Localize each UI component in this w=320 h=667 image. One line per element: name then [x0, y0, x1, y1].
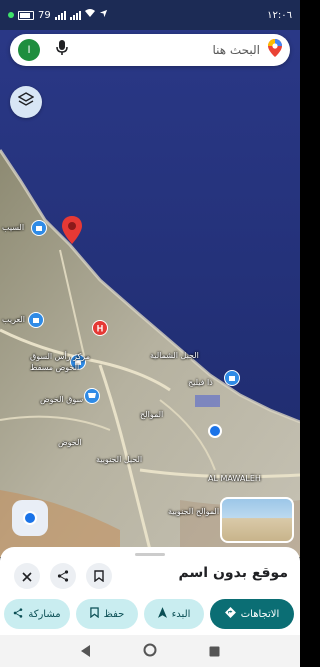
- status-time: ١٢:٠٦: [267, 9, 292, 21]
- label-khoudh: الخوض: [58, 438, 82, 447]
- share-icon: [57, 567, 69, 586]
- label-mawaleh-mid: الموالح: [140, 410, 164, 419]
- save-chip-icon: [89, 607, 99, 621]
- bookmark-icon: [94, 567, 104, 586]
- account-avatar[interactable]: I: [18, 39, 40, 61]
- signal-icon: [54, 10, 66, 20]
- share-icon-button[interactable]: [50, 563, 76, 589]
- back-icon[interactable]: [80, 642, 91, 661]
- label-al-mawaleh: AL MAWALEH: [208, 474, 261, 483]
- share-chip-icon: [13, 607, 23, 621]
- maps-logo-icon: [268, 39, 282, 61]
- place-bottom-sheet[interactable]: موقع بدون اسم مشاركة حفظ البدء الاتجاهات: [0, 547, 300, 635]
- label-the-village: ذا فيليج: [188, 378, 213, 387]
- street-view-thumbnail[interactable]: [220, 497, 294, 543]
- save-label: حفظ: [103, 608, 125, 620]
- start-button[interactable]: البدء: [144, 599, 204, 629]
- start-label: البدء: [171, 608, 191, 620]
- navigation-icon: [157, 607, 167, 621]
- layers-button[interactable]: [10, 86, 42, 118]
- label-khoudh-muscat: الخوض مسقط: [30, 363, 80, 372]
- system-navigation-bar: [0, 635, 300, 667]
- wifi-icon: [84, 9, 95, 21]
- share-button[interactable]: مشاركة: [4, 599, 70, 629]
- search-bar[interactable]: I البحث هنا: [10, 34, 290, 66]
- status-icons: 79: [8, 9, 108, 21]
- directions-icon: [224, 607, 236, 621]
- battery-icon: [18, 10, 34, 20]
- close-icon: [22, 567, 32, 586]
- my-location-dot: [208, 424, 222, 438]
- layers-icon: [17, 92, 35, 112]
- share-label: مشاركة: [28, 608, 61, 620]
- my-location-icon: [23, 511, 37, 525]
- directions-label: الاتجاهات: [240, 608, 280, 620]
- battery-level: 79: [38, 9, 51, 21]
- recents-icon[interactable]: [209, 642, 220, 661]
- svg-text:H: H: [97, 324, 104, 334]
- bookmark-icon-button[interactable]: [86, 563, 112, 589]
- label-seeb: السيب: [2, 223, 25, 232]
- action-chips: مشاركة حفظ البدء الاتجاهات: [0, 599, 300, 631]
- my-location-button[interactable]: [12, 500, 48, 536]
- directions-button[interactable]: الاتجاهات: [210, 599, 294, 629]
- search-input[interactable]: البحث هنا: [68, 43, 260, 57]
- navigation-arrow-icon: [99, 9, 108, 21]
- save-button[interactable]: حفظ: [76, 599, 138, 629]
- label-hail-south: الحيل الجنوبية: [96, 455, 143, 464]
- label-souq-khoudh: سوق الخوض: [40, 395, 84, 404]
- label-mawaleh-south: الموالح الجنوبية: [168, 507, 220, 516]
- mic-icon[interactable]: [56, 40, 68, 60]
- signal-2-icon: [69, 10, 81, 20]
- sheet-drag-handle[interactable]: [135, 553, 165, 556]
- home-icon[interactable]: [143, 642, 157, 661]
- status-bar: 79 ١٢:٠٦: [0, 0, 300, 30]
- label-amerat: العريب: [2, 315, 26, 324]
- close-button[interactable]: [14, 563, 40, 589]
- place-title: موقع بدون اسم: [178, 565, 288, 581]
- label-jabal-north: الجبل الشمالية: [150, 351, 199, 360]
- label-ras-market: مركز رأس السوق: [30, 352, 90, 361]
- privacy-dot-icon: [8, 12, 14, 18]
